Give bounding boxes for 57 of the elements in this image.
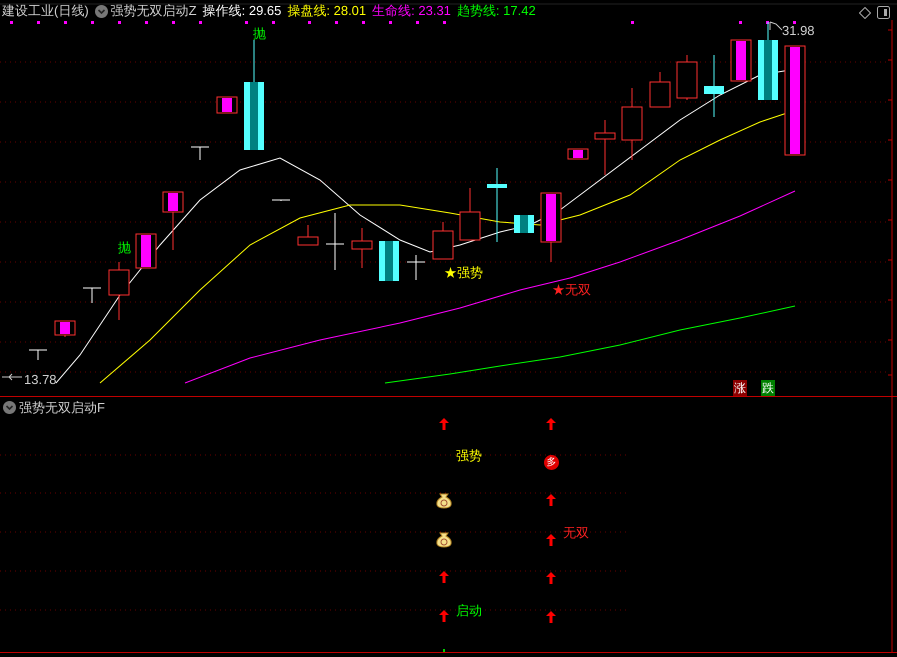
candlestick (594, 120, 616, 176)
indicator-value: 生命线: 23.31 (372, 2, 451, 20)
candlestick (514, 214, 534, 234)
candlestick (298, 224, 318, 246)
signal-label: ★无双 (552, 281, 591, 299)
candlestick (540, 192, 562, 262)
candlestick (82, 288, 102, 304)
candlestick (190, 146, 210, 160)
candlestick (432, 222, 454, 260)
up-arrow-icon (439, 418, 449, 430)
signal-label: 抛 (118, 239, 131, 257)
candlestick (108, 262, 130, 320)
up-arrow-icon (546, 534, 556, 546)
candlestick (704, 54, 724, 118)
chevron-down-icon[interactable] (94, 4, 108, 18)
up-arrow-icon (546, 611, 556, 623)
candlestick (730, 40, 752, 82)
candlestick (352, 228, 372, 268)
signal-badge: 涨 (733, 380, 747, 396)
low-price-label: 13.78 (24, 371, 57, 389)
candlestick (216, 96, 238, 114)
high-price-label: 31.98 (782, 22, 815, 40)
signal-label: 强势 (456, 447, 482, 465)
indicator-name: 强势无双启动F (19, 399, 105, 417)
candlestick (136, 234, 156, 268)
candlestick (326, 212, 344, 270)
indicator-value: 趋势线: 17.42 (456, 2, 536, 20)
candlestick (379, 240, 399, 282)
signal-label: 启动 (456, 602, 482, 620)
up-arrow-icon (439, 571, 449, 583)
candlestick (568, 148, 588, 160)
candlestick (406, 254, 426, 280)
candlestick (162, 192, 184, 250)
indicator-name: 强势无双启动Z (110, 2, 197, 20)
candlestick (54, 320, 76, 338)
money-bag-icon (436, 494, 452, 508)
diamond-icon[interactable] (859, 7, 871, 19)
candlestick (676, 54, 698, 100)
signal-label: 抛 (253, 25, 266, 43)
signal-badge: 多 (544, 455, 559, 470)
indicator-value: 操作线: 29.65 (202, 2, 282, 20)
chevron-down-icon[interactable] (3, 401, 16, 414)
signal-label: ★强势 (444, 264, 483, 282)
up-arrow-icon (546, 572, 556, 584)
candlestick (272, 200, 290, 202)
up-arrow-icon (546, 494, 556, 506)
indicator-value: 操盘线: 28.01 (287, 2, 366, 20)
candlestick (460, 188, 480, 240)
stock-title: 建设工业(日线) (2, 2, 89, 20)
up-arrow-icon (439, 610, 449, 622)
money-bag-icon (436, 532, 452, 548)
candlestick (650, 72, 670, 108)
signal-label: 无双 (563, 524, 589, 542)
signal-badge: 跌 (761, 380, 775, 396)
panel-toggle-icon[interactable] (877, 6, 890, 19)
candlestick (28, 350, 48, 360)
up-arrow-icon (546, 418, 556, 430)
